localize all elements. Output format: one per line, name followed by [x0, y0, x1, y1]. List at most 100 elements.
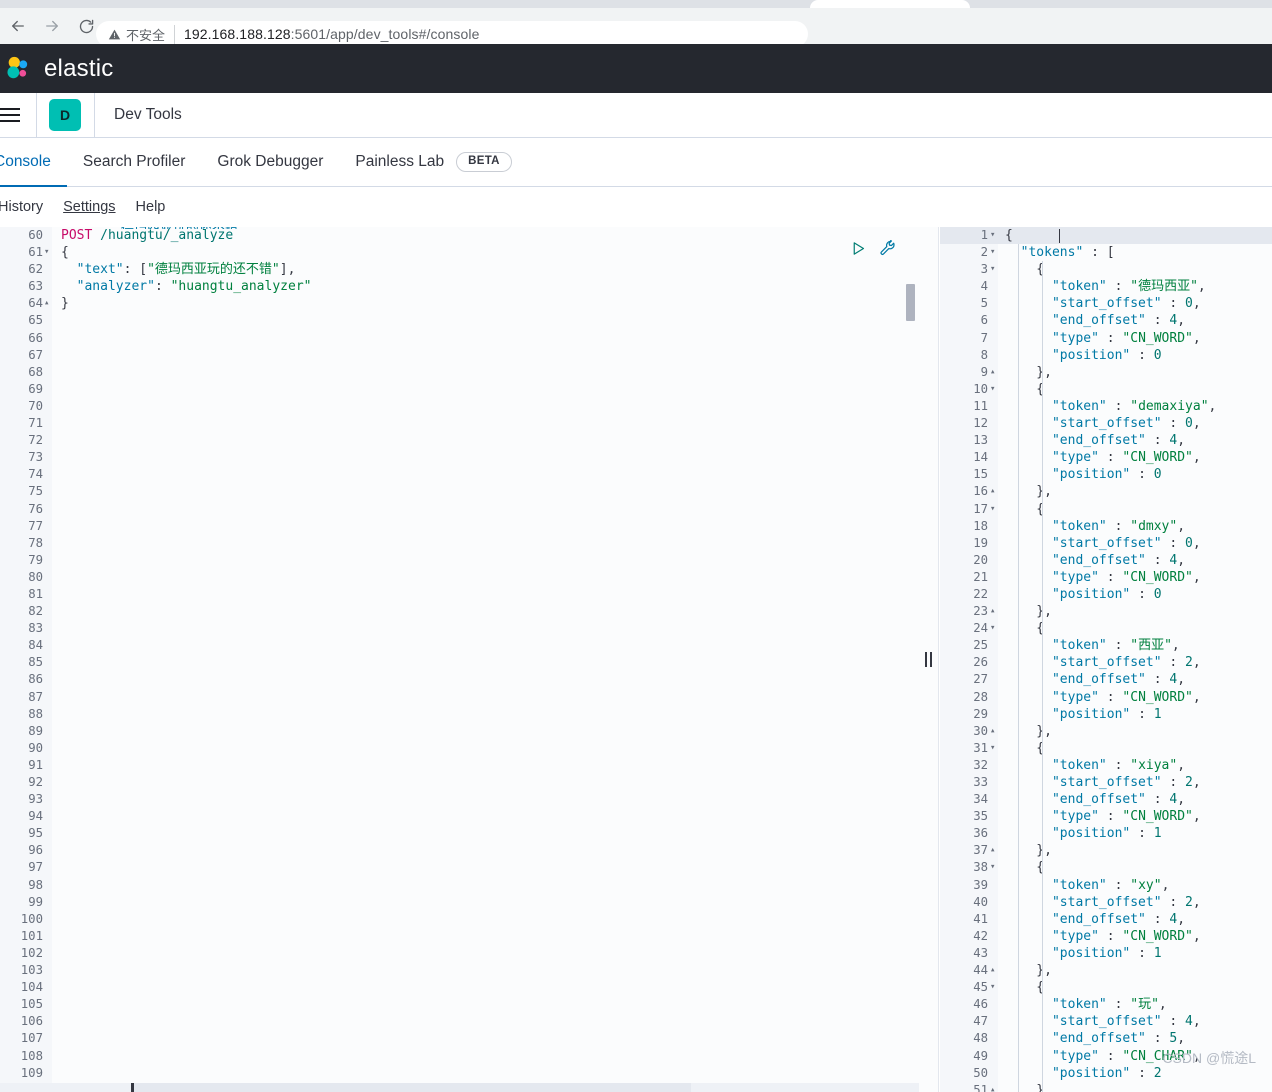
browser-tab-active[interactable]: [810, 0, 970, 8]
code-line[interactable]: },: [998, 483, 1272, 500]
code-line[interactable]: [52, 518, 919, 535]
code-line[interactable]: },: [998, 364, 1272, 381]
code-line[interactable]: {: [998, 501, 1272, 518]
code-line[interactable]: [52, 552, 919, 569]
code-line[interactable]: "position" : 0: [998, 586, 1272, 603]
code-line[interactable]: [52, 381, 919, 398]
code-line[interactable]: },: [998, 842, 1272, 859]
play-triangle-icon[interactable]: [850, 240, 867, 257]
code-line[interactable]: [52, 364, 919, 381]
pane-splitter[interactable]: [919, 227, 939, 1092]
code-line[interactable]: [52, 501, 919, 518]
code-line[interactable]: [52, 1065, 919, 1082]
code-line[interactable]: [52, 620, 919, 637]
response-code-area[interactable]: { "tokens" : [ { "token" : "德玛西亚", "star…: [998, 227, 1272, 1092]
code-line[interactable]: [52, 1013, 919, 1030]
code-line[interactable]: [52, 979, 919, 996]
code-line[interactable]: [52, 330, 919, 347]
code-line[interactable]: "start_offset" : 0,: [998, 295, 1272, 312]
code-line[interactable]: [52, 723, 919, 740]
code-line[interactable]: [52, 996, 919, 1013]
tab-console[interactable]: Console: [0, 139, 67, 187]
code-line[interactable]: [52, 791, 919, 808]
subnav-help[interactable]: Help: [136, 199, 166, 215]
code-line[interactable]: "end_offset" : 4,: [998, 432, 1272, 449]
code-line[interactable]: [52, 808, 919, 825]
code-line[interactable]: {: [998, 261, 1272, 278]
code-line[interactable]: [52, 706, 919, 723]
code-line[interactable]: "type" : "CN_WORD",: [998, 808, 1272, 825]
code-line[interactable]: },: [998, 603, 1272, 620]
drag-handle-icon[interactable]: [925, 652, 932, 667]
code-line[interactable]: [52, 483, 919, 500]
code-line[interactable]: "end_offset" : 4,: [998, 552, 1272, 569]
code-line[interactable]: [52, 415, 919, 432]
code-line[interactable]: "token" : "xy",: [998, 877, 1272, 894]
code-line[interactable]: },: [998, 723, 1272, 740]
code-line[interactable]: "token" : "玩",: [998, 996, 1272, 1013]
code-line[interactable]: {: [998, 979, 1272, 996]
code-line[interactable]: "type" : "CN_WORD",: [998, 330, 1272, 347]
code-line[interactable]: "position" : 1: [998, 945, 1272, 962]
code-line[interactable]: [52, 586, 919, 603]
code-line[interactable]: {: [52, 244, 919, 261]
code-line[interactable]: "position" : 0: [998, 347, 1272, 364]
tab-painless-lab[interactable]: Painless Lab BETA: [339, 139, 527, 187]
code-line[interactable]: "position" : 1: [998, 706, 1272, 723]
code-line[interactable]: [52, 740, 919, 757]
code-line[interactable]: "tokens" : [: [998, 244, 1272, 261]
response-viewer[interactable]: 1 ▾ 2 ▾ 3 ▾ 4 5 6 7 8 9 ▴ 10 ▾ 11 12 13 14 15 16 ▴ 17 ▾ 18 19 20 21…: [940, 227, 1272, 1092]
code-line[interactable]: [52, 894, 919, 911]
code-line[interactable]: [52, 928, 919, 945]
code-line[interactable]: "token" : "dmxy",: [998, 518, 1272, 535]
code-line[interactable]: "analyzer": "huangtu_analyzer": [52, 278, 919, 295]
code-line[interactable]: [52, 962, 919, 979]
code-line[interactable]: [52, 757, 919, 774]
code-line[interactable]: [52, 569, 919, 586]
code-line[interactable]: [52, 449, 919, 466]
code-line[interactable]: "type" : "CN_WORD",: [998, 569, 1272, 586]
code-line[interactable]: "start_offset" : 2,: [998, 894, 1272, 911]
code-line[interactable]: [52, 312, 919, 329]
tab-grok-debugger[interactable]: Grok Debugger: [201, 139, 339, 187]
code-line[interactable]: "token" : "demaxiya",: [998, 398, 1272, 415]
hamburger-menu-icon[interactable]: [0, 108, 22, 122]
code-line[interactable]: },: [998, 962, 1272, 979]
editor-vertical-scrollbar[interactable]: [902, 227, 915, 1092]
editor-horizontal-scrollbar[interactable]: [0, 1083, 919, 1092]
editor-hscrollbar-thumb[interactable]: [131, 1083, 691, 1092]
security-status[interactable]: 不安全: [108, 24, 176, 44]
code-line[interactable]: [52, 466, 919, 483]
code-line[interactable]: [52, 1048, 919, 1065]
code-line[interactable]: "type" : "CN_WORD",: [998, 689, 1272, 706]
code-line[interactable]: [52, 535, 919, 552]
code-line[interactable]: [52, 347, 919, 364]
code-line[interactable]: "text": ["德玛西亚玩的还不错"],: [52, 261, 919, 278]
request-editor[interactable]: 60 61 ▾ 62 63 64 ▴ 65 66 67 68 69 70 71 72 73 74 75 76 77 78…: [0, 227, 919, 1092]
code-line[interactable]: [52, 945, 919, 962]
code-line[interactable]: "token" : "德玛西亚",: [998, 278, 1272, 295]
code-line[interactable]: [52, 637, 919, 654]
code-line[interactable]: [52, 432, 919, 449]
code-line[interactable]: [52, 911, 919, 928]
code-line[interactable]: "start_offset" : 2,: [998, 774, 1272, 791]
code-line[interactable]: [52, 859, 919, 876]
code-line[interactable]: "start_offset" : 2,: [998, 654, 1272, 671]
subnav-history[interactable]: History: [0, 199, 43, 215]
code-line[interactable]: "end_offset" : 5,: [998, 1030, 1272, 1047]
code-line[interactable]: "start_offset" : 0,: [998, 535, 1272, 552]
back-arrow-icon[interactable]: [2, 10, 34, 42]
code-line[interactable]: {: [998, 227, 1272, 245]
tab-search-profiler[interactable]: Search Profiler: [67, 139, 202, 187]
code-line[interactable]: [52, 603, 919, 620]
code-line[interactable]: [52, 689, 919, 706]
code-line[interactable]: POST /huangtu/_analyze: [52, 227, 919, 244]
code-line[interactable]: {: [998, 859, 1272, 876]
code-line[interactable]: [52, 842, 919, 859]
subnav-settings[interactable]: Settings: [63, 199, 115, 215]
code-line[interactable]: "position" : 1: [998, 825, 1272, 842]
code-line[interactable]: "start_offset" : 4,: [998, 1013, 1272, 1030]
code-line[interactable]: [52, 877, 919, 894]
code-line[interactable]: "end_offset" : 4,: [998, 911, 1272, 928]
code-line[interactable]: "start_offset" : 0,: [998, 415, 1272, 432]
